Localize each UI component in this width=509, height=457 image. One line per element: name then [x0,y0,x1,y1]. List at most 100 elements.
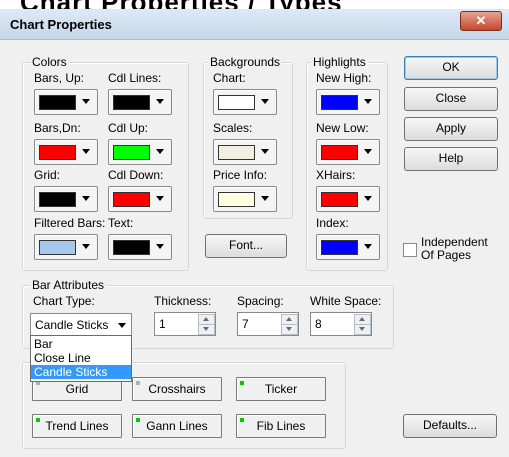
defaults-button[interactable]: Defaults... [403,414,497,438]
spacing-value: 7 [242,317,249,331]
spacing-label: Spacing: [237,294,284,308]
bars-up-swatch [39,95,76,110]
status-indicator [136,418,140,422]
cdl-lines-color-button[interactable] [108,89,172,115]
new-low-label: New Low: [316,121,369,135]
chevron-down-icon [156,244,164,249]
white-space-spinner[interactable]: 8 [310,312,372,336]
new-high-swatch [321,95,358,110]
independent-checkbox[interactable] [403,243,417,257]
chevron-down-icon [261,99,269,104]
cdl-up-label: Cdl Up: [108,121,149,135]
independent-label: Independent Of Pages [421,236,488,262]
grid-swatch [39,192,76,207]
cdl-down-swatch [113,192,150,207]
font-button[interactable]: Font... [205,234,287,258]
text-color-button[interactable] [108,234,172,260]
chart-type-option-close-line[interactable]: Close Line [31,351,131,365]
help-button[interactable]: Help [404,147,498,171]
chevron-down-icon [82,149,90,154]
thickness-spinner[interactable]: 1 [154,312,216,336]
caret-up-icon [359,317,365,321]
chart-type-dropdown-list: Bar Close Line Candle Sticks [30,335,132,382]
close-button[interactable]: Close [404,87,498,111]
white-space-label: White Space: [310,294,382,308]
chart-type-option-candle-sticks[interactable]: Candle Sticks [31,365,131,379]
bars-dn-color-button[interactable] [34,139,98,165]
chart-bg-swatch [218,95,255,110]
bars-dn-label: Bars,Dn: [34,121,81,135]
index-label: Index: [316,216,349,230]
chevron-down-icon [82,244,90,249]
chevron-down-icon [364,196,372,201]
dialog-title: Chart Properties [10,17,112,32]
highlights-group-label: Highlights [311,55,368,69]
trend-lines-toggle[interactable]: Trend Lines [32,414,122,438]
fib-lines-toggle[interactable]: Fib Lines [236,414,326,438]
chart-bg-label: Chart: [213,71,246,85]
gann-lines-toggle[interactable]: Gann Lines [132,414,222,438]
spacing-down-button[interactable] [281,324,298,335]
grid-color-button[interactable] [34,186,98,212]
crosshairs-toggle[interactable]: Crosshairs [132,377,222,401]
cdl-up-color-button[interactable] [108,139,172,165]
cdl-lines-label: Cdl Lines: [108,71,162,85]
chevron-down-icon [261,149,269,154]
apply-button[interactable]: Apply [404,117,498,141]
caret-up-icon [286,317,292,321]
page-heading: Chart Properties / Types [20,0,343,9]
chevron-down-icon [364,244,372,249]
thickness-label: Thickness: [154,294,212,308]
chart-type-select[interactable]: Candle Sticks [30,313,132,337]
ok-button[interactable]: OK [404,56,498,80]
chevron-down-icon [364,149,372,154]
chart-bg-color-button[interactable] [213,89,277,115]
bars-up-label: Bars, Up: [34,71,85,85]
cdl-down-label: Cdl Down: [108,168,164,182]
new-high-color-button[interactable] [316,89,380,115]
xhairs-color-button[interactable] [316,186,380,212]
caret-up-icon [203,317,209,321]
filtered-bars-color-button[interactable] [34,234,98,260]
chevron-down-icon [82,99,90,104]
caret-down-icon [203,327,209,331]
bars-dn-swatch [39,145,76,160]
caret-down-icon [286,327,292,331]
white-space-value: 8 [315,317,322,331]
chevron-down-icon [82,196,90,201]
caret-down-icon [359,327,365,331]
scales-bg-label: Scales: [213,121,253,135]
cdl-down-color-button[interactable] [108,186,172,212]
chevron-down-icon [118,323,126,328]
filtered-bars-label: Filtered Bars: [34,216,106,230]
price-info-bg-color-button[interactable] [213,186,277,212]
index-color-button[interactable] [316,234,380,260]
new-low-color-button[interactable] [316,139,380,165]
gann-lines-toggle-label: Gann Lines [146,419,208,433]
trend-lines-toggle-label: Trend Lines [45,419,109,433]
chevron-down-icon [364,99,372,104]
status-indicator [36,418,40,422]
chart-type-value: Candle Sticks [35,318,109,332]
chevron-down-icon [156,99,164,104]
status-indicator [240,418,244,422]
scales-bg-color-button[interactable] [213,139,277,165]
status-indicator [136,381,140,385]
fib-lines-toggle-label: Fib Lines [256,419,306,433]
thickness-value: 1 [159,317,166,331]
chart-type-option-bar[interactable]: Bar [31,337,131,351]
close-window-button[interactable]: ✕ [460,11,502,31]
index-swatch [321,240,358,255]
grid-toggle-label: Grid [65,382,89,396]
backgrounds-group-label: Backgrounds [208,55,283,69]
new-high-label: New High: [316,71,372,85]
xhairs-label: XHairs: [316,168,356,182]
status-indicator [240,381,244,385]
white-space-down-button[interactable] [354,324,371,335]
scales-bg-swatch [218,145,255,160]
bars-up-color-button[interactable] [34,89,98,115]
price-info-bg-label: Price Info: [213,168,268,182]
ticker-toggle[interactable]: Ticker [236,377,326,401]
thickness-down-button[interactable] [198,324,215,335]
spacing-spinner[interactable]: 7 [237,312,299,336]
